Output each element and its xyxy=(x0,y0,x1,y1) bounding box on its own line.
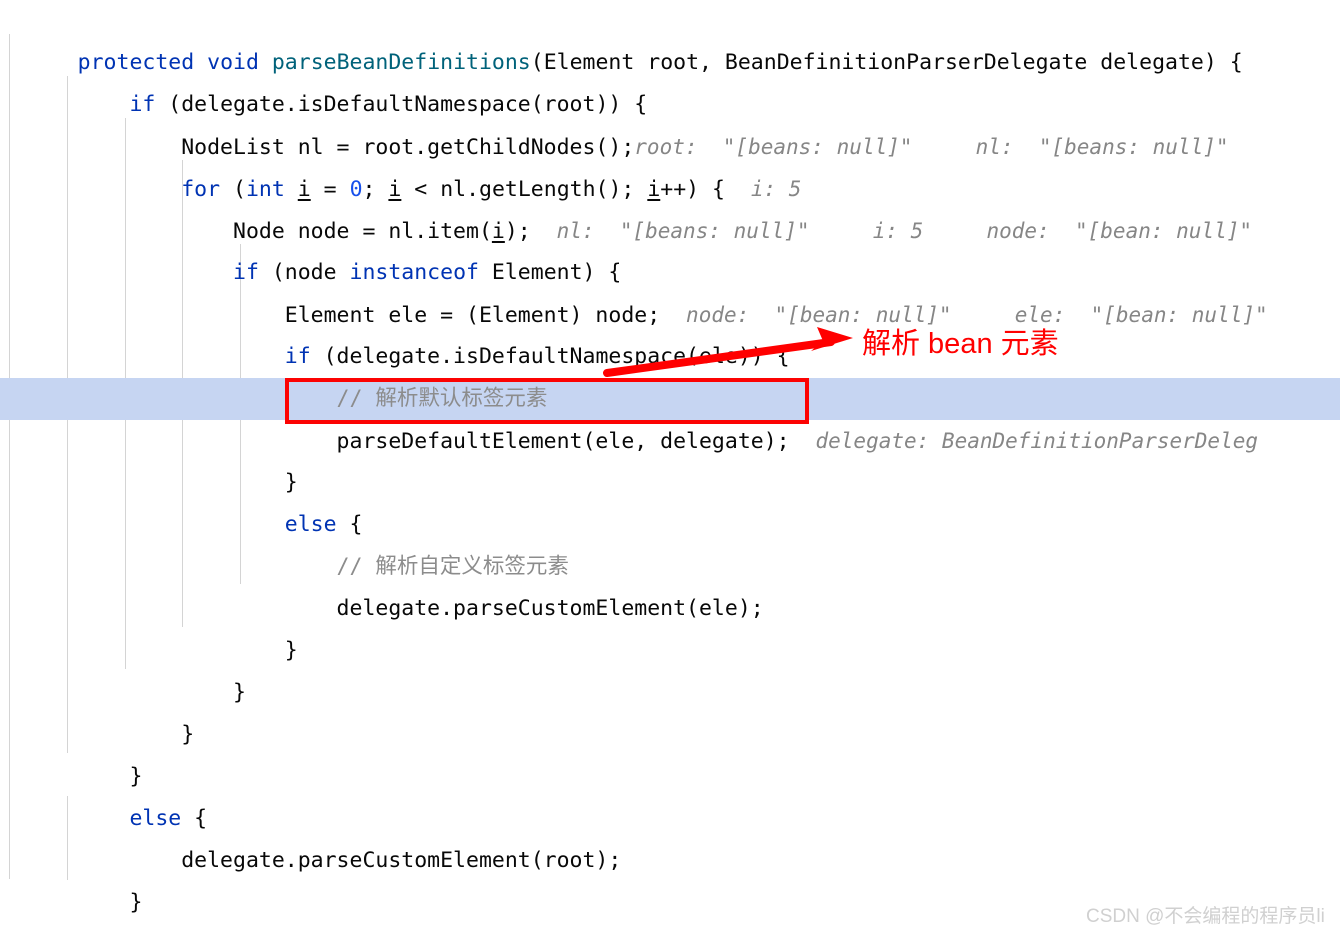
code-line[interactable]: else { xyxy=(0,756,1340,831)
code-line[interactable]: } xyxy=(0,714,1340,789)
watermark: CSDN @不会编程的程序员li xyxy=(1086,906,1325,927)
code-line-text: } xyxy=(77,890,143,915)
code-line-text: // 解析自定义标签元素 xyxy=(77,554,569,579)
code-lines: protected void parseBeanDefinitions(Elem… xyxy=(0,0,1340,924)
code-line[interactable]: protected void parseBeanDefinitions(Elem… xyxy=(0,0,1340,75)
code-line-text: if (node instanceof Element) { xyxy=(233,260,622,285)
annotation-label: 解析 bean 元素 xyxy=(862,328,1059,360)
code-line-text: parseDefaultElement(ele, delegate); xyxy=(77,429,816,454)
code-line-text: } xyxy=(77,470,298,495)
code-line-text: } xyxy=(77,722,195,747)
code-line-text: // 解析默认标签元素 xyxy=(77,386,548,411)
code-line-text: } xyxy=(77,680,246,705)
code-line-text: delegate.parseCustomElement(ele); xyxy=(77,596,764,621)
code-line-text: delegate.parseCustomElement(root); xyxy=(77,848,622,873)
code-line-text: Node node = nl.item(i); xyxy=(77,219,557,244)
code-line-text: Element ele = (Element) node; xyxy=(77,303,687,328)
code-line-text: } xyxy=(77,638,298,663)
code-line-text: if (delegate.isDefaultNamespace(ele)) { xyxy=(284,344,790,369)
code-line-text: for (int i = 0; i < nl.getLength(); i++)… xyxy=(181,177,751,202)
code-line-text: } xyxy=(77,764,143,789)
code-editor[interactable]: protected void parseBeanDefinitions(Elem… xyxy=(0,0,1340,932)
code-line-text: NodeList nl = root.getChildNodes(); xyxy=(77,135,635,160)
code-line-text: protected void parseBeanDefinitions(Elem… xyxy=(77,50,1243,75)
code-line-text: else { xyxy=(284,512,363,537)
code-line-text: if (delegate.isDefaultNamespace(root)) { xyxy=(129,92,648,117)
code-line-text: else { xyxy=(129,806,208,831)
